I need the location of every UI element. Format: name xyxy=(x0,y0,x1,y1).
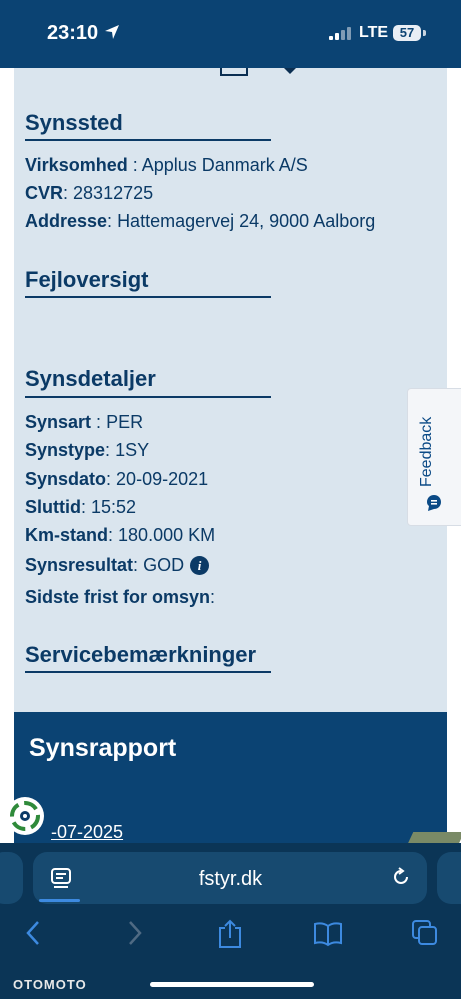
row-value: Applus Danmark A/S xyxy=(141,155,308,175)
row-value: 180.000 KM xyxy=(118,525,216,545)
section-title-servicebemaerkninger: Servicebemærkninger xyxy=(25,642,257,667)
watermark: OTOMOTO xyxy=(13,977,87,992)
row-label: Synsresultat xyxy=(25,555,134,575)
info-icon[interactable]: i xyxy=(190,556,210,575)
section-title-synssted: Synssted xyxy=(25,110,123,135)
row-label: Synsart xyxy=(25,412,92,432)
row-value: Hattemagervej 24, 9000 Aalborg xyxy=(117,211,376,231)
section-underline xyxy=(25,671,271,673)
row-label: Synsdato xyxy=(25,469,107,489)
section-underline xyxy=(25,139,271,141)
synsrapport-link[interactable]: -07-2025 xyxy=(51,822,123,843)
row-value: 28312725 xyxy=(73,183,154,203)
row-value: PER xyxy=(106,412,144,432)
recycle-badge-icon[interactable] xyxy=(6,797,44,835)
row-cvr: CVR: 28312725 xyxy=(25,183,154,203)
row-label: Synstype xyxy=(25,440,106,460)
chat-bubble-icon xyxy=(427,495,441,511)
synsrapport-title: Synsrapport xyxy=(29,734,177,762)
cellular-signal-icon xyxy=(329,27,351,40)
row-value: GOD xyxy=(143,555,185,575)
section-title-fejloversigt: Fejloversigt xyxy=(25,267,149,292)
battery-icon: 57 xyxy=(393,25,421,41)
battery-tip xyxy=(423,30,426,36)
clipped-caret xyxy=(284,68,296,74)
location-arrow-icon xyxy=(105,25,119,39)
row-sidste-frist: Sidste frist for omsyn: xyxy=(25,587,216,607)
feedback-label: Feedback xyxy=(418,416,435,487)
row-km-stand: Km-stand: 180.000 KM xyxy=(25,525,216,545)
row-label: Km-stand xyxy=(25,525,109,545)
back-chevron-icon[interactable] xyxy=(22,918,46,948)
row-synsdato: Synsdato: 20-09-2021 xyxy=(25,469,209,489)
share-icon[interactable] xyxy=(216,918,244,950)
row-addresse: Addresse: Hattemagervej 24, 9000 Aalborg xyxy=(25,211,376,231)
row-label: Addresse xyxy=(25,211,108,231)
row-label: Virksomhed xyxy=(25,155,128,175)
network-type: LTE xyxy=(359,24,389,41)
row-value: 15:52 xyxy=(91,497,137,517)
tabs-icon[interactable] xyxy=(410,918,440,948)
row-label: CVR xyxy=(25,183,64,203)
section-underline xyxy=(25,296,271,298)
row-virksomhed: Virksomhed : Applus Danmark A/S xyxy=(25,155,308,175)
row-label: Sidste frist for omsyn xyxy=(25,587,211,607)
status-bar: 23:10 LTE 57 xyxy=(0,0,461,68)
row-synsresultat: Synsresultat: GOD i xyxy=(25,555,210,576)
row-value: 1SY xyxy=(115,440,150,460)
home-indicator xyxy=(150,982,314,987)
section-underline xyxy=(25,396,271,398)
tab-indicator xyxy=(39,899,80,902)
bookmarks-icon[interactable] xyxy=(312,918,344,948)
forward-chevron-icon[interactable] xyxy=(122,918,146,948)
reload-icon[interactable] xyxy=(390,866,412,888)
clipped-icon xyxy=(220,68,248,76)
row-value: 20-09-2021 xyxy=(116,469,209,489)
status-time: 23:10 xyxy=(47,22,99,44)
row-label: Sluttid xyxy=(25,497,81,517)
row-synsart: Synsart : PER xyxy=(25,412,144,432)
section-title-synsdetaljer: Synsdetaljer xyxy=(25,366,156,391)
row-synstype: Synstype: 1SY xyxy=(25,440,150,460)
row-sluttid: Sluttid: 15:52 xyxy=(25,497,137,517)
feedback-tab[interactable]: Feedback xyxy=(407,388,461,526)
